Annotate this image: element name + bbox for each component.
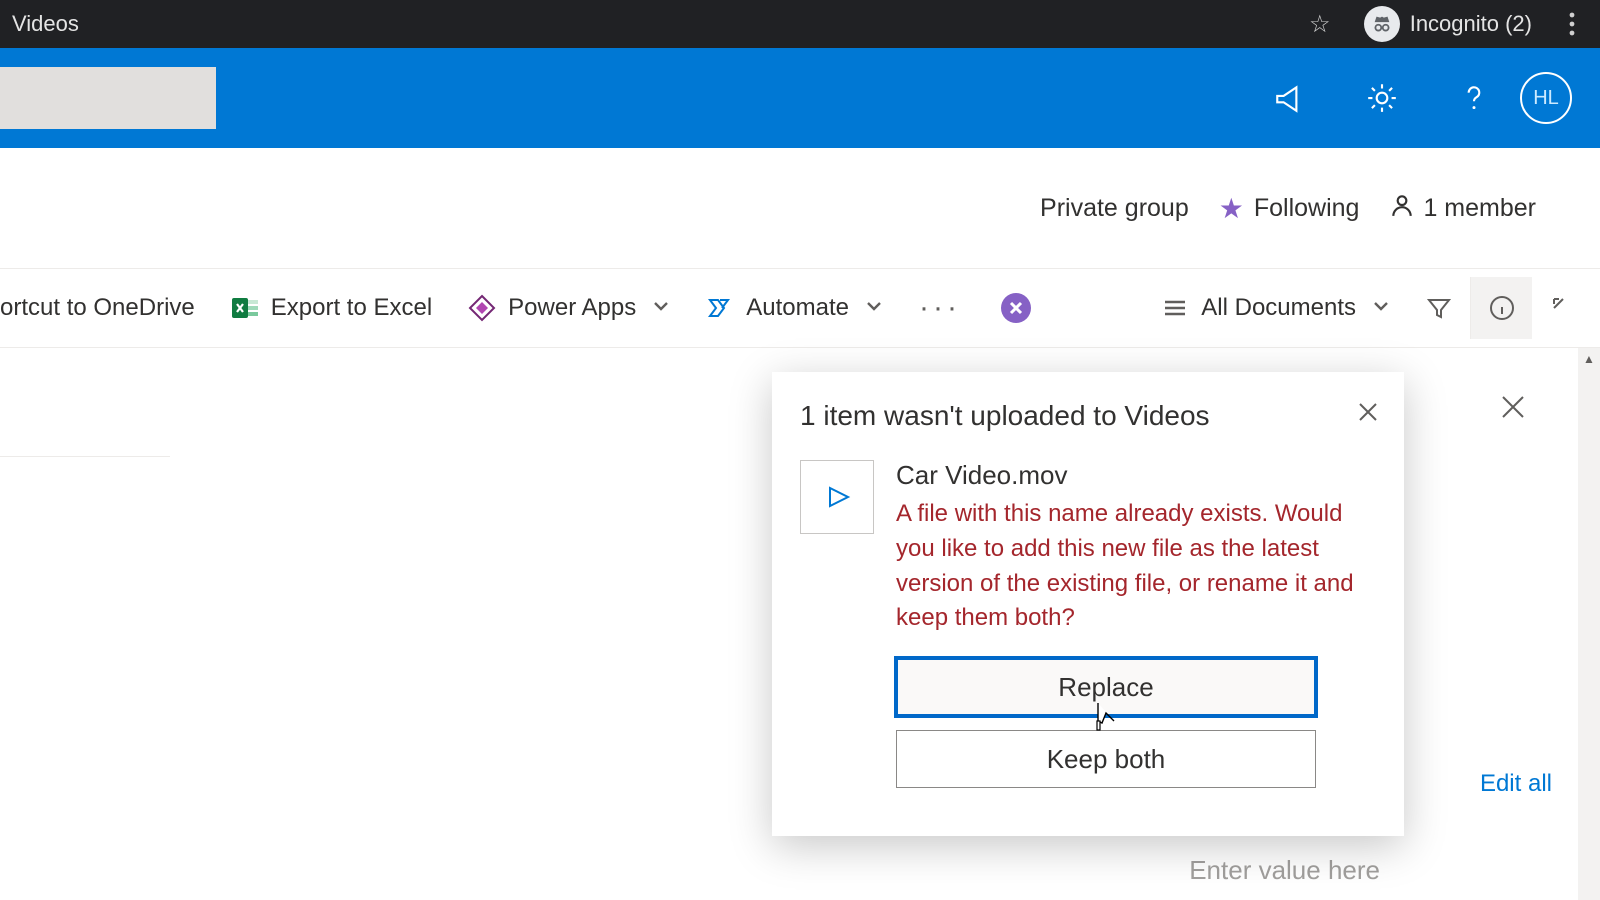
powerapps-icon <box>468 294 496 322</box>
chevron-down-icon <box>1372 294 1390 322</box>
replace-button[interactable]: Replace <box>896 658 1316 716</box>
power-apps-button[interactable]: Power Apps <box>450 269 688 347</box>
vertical-scrollbar[interactable]: ▲ <box>1578 348 1600 900</box>
edit-all-link[interactable]: Edit all <box>1480 770 1552 798</box>
star-filled-icon: ★ <box>1219 192 1244 225</box>
browser-menu-icon[interactable] <box>1552 4 1592 44</box>
browser-tab-title: Videos <box>8 11 79 37</box>
follow-toggle[interactable]: ★ Following <box>1219 192 1360 225</box>
keep-both-button[interactable]: Keep both <box>896 730 1316 788</box>
upload-conflict-dialog: 1 item wasn't uploaded to Videos Car Vid… <box>772 372 1404 836</box>
dismiss-status-button[interactable] <box>1001 293 1031 323</box>
dialog-title: 1 item wasn't uploaded to Videos <box>800 400 1376 432</box>
site-group-info: Private group ★ Following 1 member <box>0 148 1600 268</box>
cmd-label: Power Apps <box>508 294 636 322</box>
automate-button[interactable]: Automate <box>688 269 901 347</box>
group-privacy-label: Private group <box>1040 194 1189 223</box>
member-count[interactable]: 1 member <box>1389 192 1536 225</box>
video-file-icon <box>800 460 874 534</box>
conflict-message: A file with this name already exists. Wo… <box>896 497 1376 636</box>
avatar-initials: HL <box>1533 87 1559 110</box>
expand-button[interactable] <box>1532 277 1594 339</box>
list-icon <box>1161 294 1189 322</box>
suite-header: HL <box>0 48 1600 148</box>
automate-icon <box>706 294 734 322</box>
excel-icon <box>231 294 259 322</box>
details-pane-toggle[interactable] <box>1470 277 1532 339</box>
view-label: All Documents <box>1201 294 1356 322</box>
add-shortcut-onedrive-button[interactable]: ortcut to OneDrive <box>0 269 213 347</box>
search-input[interactable] <box>0 67 216 129</box>
user-avatar[interactable]: HL <box>1520 72 1572 124</box>
chevron-down-icon <box>652 294 670 322</box>
cmd-label: Automate <box>746 294 849 322</box>
scroll-up-arrow[interactable]: ▲ <box>1578 348 1600 370</box>
follow-label: Following <box>1254 194 1360 223</box>
person-icon <box>1389 192 1415 225</box>
close-panel-button[interactable] <box>1498 392 1528 427</box>
command-bar: ortcut to OneDrive Export to Excel Power… <box>0 268 1600 348</box>
settings-gear-icon[interactable] <box>1354 70 1410 126</box>
incognito-label: Incognito (2) <box>1410 11 1532 37</box>
dialog-close-button[interactable] <box>1356 400 1380 429</box>
property-placeholder[interactable]: Enter value here <box>1189 855 1380 886</box>
view-selector[interactable]: All Documents <box>1143 294 1408 322</box>
member-count-label: 1 member <box>1423 194 1536 223</box>
conflict-filename: Car Video.mov <box>896 460 1376 491</box>
megaphone-icon[interactable] <box>1262 70 1318 126</box>
incognito-icon <box>1364 6 1400 42</box>
help-icon[interactable] <box>1446 70 1502 126</box>
more-commands-button[interactable]: ··· <box>901 291 979 325</box>
chevron-down-icon <box>865 294 883 322</box>
cmd-label: Export to Excel <box>271 294 432 322</box>
filter-button[interactable] <box>1408 277 1470 339</box>
incognito-indicator[interactable]: Incognito (2) <box>1356 6 1540 42</box>
cmd-label: ortcut to OneDrive <box>0 294 195 322</box>
details-panel: Edit all <box>1416 348 1576 900</box>
bookmark-star-icon[interactable]: ☆ <box>1300 4 1340 44</box>
export-excel-button[interactable]: Export to Excel <box>213 269 450 347</box>
browser-tab-bar: Videos ☆ Incognito (2) <box>0 0 1600 48</box>
